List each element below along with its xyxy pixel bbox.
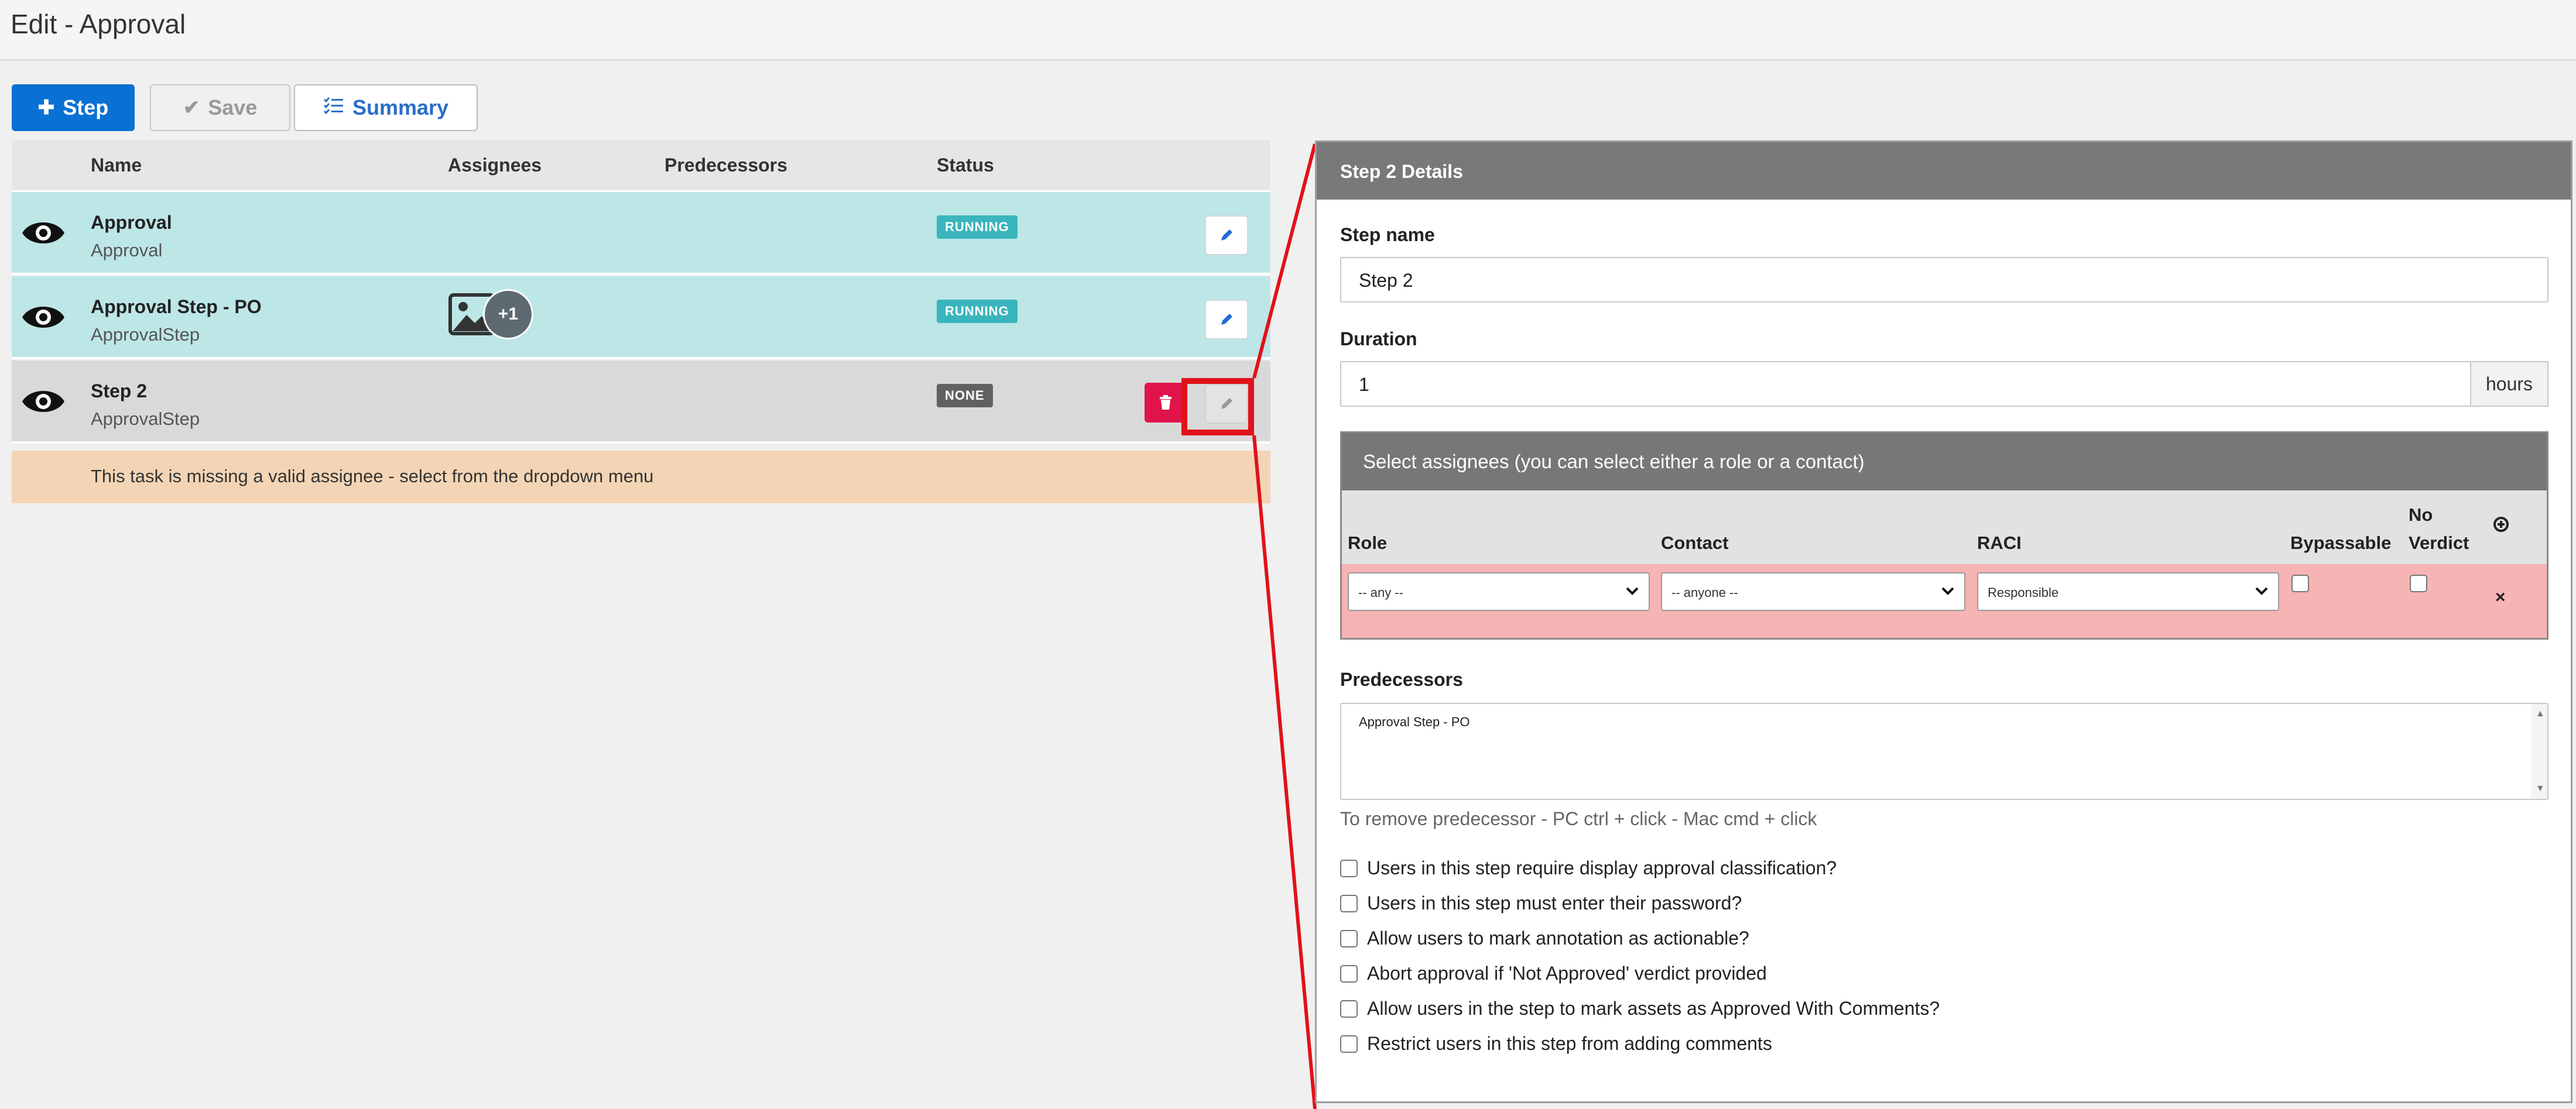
predecessors-scrollbar[interactable]: ▲ ▼ <box>2531 704 2547 799</box>
chevron-down-icon <box>2255 587 2268 595</box>
column-raci: RACI <box>1977 533 2022 553</box>
page-title: Edit - Approval <box>11 9 186 39</box>
option-label: Allow users in the step to mark assets a… <box>1367 998 1940 1019</box>
eye-icon[interactable] <box>20 217 67 249</box>
predecessors-select[interactable]: Approval Step - PO ▲ ▼ <box>1340 703 2548 800</box>
assignees-title: Select assignees (you can select either … <box>1363 451 1865 472</box>
raci-select[interactable]: Responsible <box>1977 572 2279 611</box>
summary-label: Summary <box>352 95 449 119</box>
duration-label: Duration <box>1340 328 1417 349</box>
step-type: Approval <box>91 240 163 260</box>
selection-highlight <box>1181 378 1254 435</box>
summary-button[interactable]: Summary <box>294 84 478 131</box>
table-row[interactable]: Approval Step - PO ApprovalStep +1 RUNNI… <box>12 276 1270 359</box>
status-badge: RUNNING <box>937 300 1018 323</box>
panel-title: Step 2 Details <box>1340 161 1463 182</box>
bypassable-checkbox[interactable] <box>2291 575 2309 592</box>
step-type: ApprovalStep <box>91 324 200 345</box>
remove-assignee-icon[interactable]: × <box>2495 588 2506 607</box>
column-contact: Contact <box>1661 533 1729 553</box>
option-label: Allow users to mark annotation as action… <box>1367 928 1749 949</box>
step-name-label: Step name <box>1340 224 1435 245</box>
assignee-count-badge[interactable]: +1 <box>483 289 533 339</box>
option-checkbox[interactable] <box>1340 895 1358 912</box>
option-checkbox[interactable] <box>1340 860 1358 877</box>
column-no-verdict-line1: No <box>2409 504 2433 525</box>
add-step-label: Step <box>63 95 109 119</box>
pencil-icon <box>1221 314 1232 325</box>
raci-select-value: Responsible <box>1988 585 2059 600</box>
list-check-icon <box>323 97 344 119</box>
step-name: Step 2 <box>91 380 148 401</box>
option-label: Restrict users in this step from adding … <box>1367 1033 1772 1054</box>
contact-select[interactable]: -- anyone -- <box>1661 572 1965 611</box>
step-name: Approval Step - PO <box>91 296 262 317</box>
pencil-icon <box>1221 229 1232 241</box>
no-verdict-checkbox[interactable] <box>2410 575 2427 592</box>
missing-assignee-warning: This task is missing a valid assignee - … <box>12 451 1270 503</box>
add-step-button[interactable]: ✚ Step <box>12 84 135 131</box>
option-checkbox[interactable] <box>1340 1035 1358 1053</box>
plus-icon: ✚ <box>37 97 55 119</box>
assignee-row: -- any -- -- anyone -- Responsible × <box>1342 564 2547 638</box>
column-header-name: Name <box>91 154 142 176</box>
warning-text: This task is missing a valid assignee - … <box>91 466 654 486</box>
table-row[interactable]: Approval Approval RUNNING <box>12 192 1270 275</box>
step-type: ApprovalStep <box>91 408 200 429</box>
edit-step-button[interactable] <box>1205 300 1248 339</box>
column-header-assignees: Assignees <box>448 154 542 176</box>
column-role: Role <box>1348 533 1388 553</box>
table-header: Name Assignees Predecessors Status <box>12 140 1270 192</box>
option-label: Abort approval if 'Not Approved' verdict… <box>1367 963 1767 984</box>
duration-input[interactable]: 1 <box>1340 361 2471 407</box>
save-button[interactable]: ✔ Save <box>150 84 290 131</box>
column-bypassable: Bypassable <box>2290 533 2392 553</box>
assignees-section: Select assignees (you can select either … <box>1340 431 2548 640</box>
page-header: Edit - Approval <box>0 0 2576 61</box>
check-icon: ✔ <box>183 97 200 119</box>
predecessor-option[interactable]: Approval Step - PO <box>1359 715 1470 730</box>
add-assignee-icon[interactable] <box>2493 516 2509 533</box>
assignees-header: Select assignees (you can select either … <box>1342 433 2547 490</box>
role-select-value: -- any -- <box>1358 585 1403 600</box>
column-header-status: Status <box>937 154 994 176</box>
edit-step-button[interactable] <box>1205 215 1248 255</box>
option-label: Users in this step must enter their pass… <box>1367 892 1742 914</box>
column-header-predecessors: Predecessors <box>664 154 787 176</box>
option-checkbox[interactable] <box>1340 1000 1358 1018</box>
chevron-down-icon <box>1941 587 1954 595</box>
assignees-columns: Role Contact RACI Bypassable No Verdict <box>1342 490 2547 564</box>
option-checkbox[interactable] <box>1340 965 1358 983</box>
eye-icon[interactable] <box>20 301 67 334</box>
table-row[interactable]: Step 2 ApprovalStep NONE <box>12 360 1270 444</box>
step-name: Approval <box>91 212 172 233</box>
step-name-input[interactable]: Step 2 <box>1340 257 2548 303</box>
duration-unit: hours <box>2471 361 2548 407</box>
contact-select-value: -- anyone -- <box>1671 585 1738 600</box>
status-badge: NONE <box>937 384 993 407</box>
predecessors-label: Predecessors <box>1340 669 1463 690</box>
trash-icon <box>1160 395 1171 410</box>
role-select[interactable]: -- any -- <box>1348 572 1650 611</box>
status-badge: RUNNING <box>937 215 1018 239</box>
column-no-verdict-line2: Verdict <box>2409 533 2469 553</box>
scroll-up-icon[interactable]: ▲ <box>2536 709 2545 719</box>
eye-icon[interactable] <box>20 385 67 418</box>
panel-header: Step 2 Details <box>1317 142 2571 200</box>
predecessors-hint: To remove predecessor - PC ctrl + click … <box>1340 808 1817 829</box>
chevron-down-icon <box>1626 587 1639 595</box>
step-details-panel: Step 2 Details Step name Step 2 Duration… <box>1315 140 2572 1103</box>
scroll-down-icon[interactable]: ▼ <box>2536 784 2545 794</box>
option-checkbox[interactable] <box>1340 930 1358 947</box>
save-label: Save <box>208 95 258 119</box>
option-label: Users in this step require display appro… <box>1367 857 1837 878</box>
delete-step-button[interactable] <box>1145 383 1187 423</box>
